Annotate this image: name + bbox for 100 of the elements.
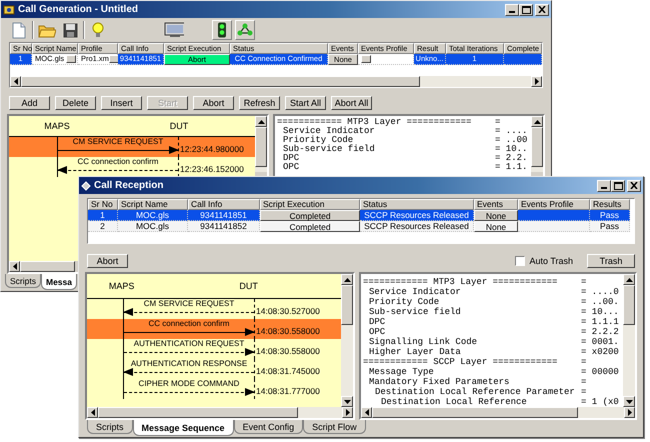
field-value: = <box>495 118 500 127</box>
column-header[interactable]: Events <box>474 199 518 210</box>
tab[interactable]: Messa <box>40 274 77 290</box>
checkbox[interactable] <box>515 256 526 266</box>
table-cell: SCCP Resources Released <box>360 221 474 232</box>
vertical-scrollbar[interactable] <box>341 274 353 407</box>
scroll-left-button[interactable] <box>9 261 20 272</box>
tab[interactable]: Event Config <box>234 420 304 434</box>
message-label: CM SERVICE REQUEST <box>72 137 164 146</box>
column-header[interactable]: Status <box>360 199 474 210</box>
column-header[interactable]: Call Info <box>188 199 260 210</box>
action-button[interactable]: Delete <box>55 96 96 110</box>
field-name: Signalling Link Code <box>368 337 478 347</box>
column-header[interactable]: Events Profile <box>518 199 590 210</box>
vertical-scrollbar[interactable] <box>531 116 543 172</box>
action-button[interactable]: Insert <box>101 96 142 110</box>
field-name: Sub-service field <box>282 145 376 154</box>
scrollbar-thumb[interactable] <box>20 261 75 272</box>
tab[interactable]: Message Sequence <box>132 420 234 436</box>
scroll-up-button[interactable] <box>255 116 267 127</box>
browse-button[interactable] <box>66 55 76 63</box>
field-value: = 2.2. <box>495 154 528 163</box>
horizontal-scrollbar[interactable] <box>361 407 635 418</box>
minimize-button[interactable] <box>597 180 611 192</box>
cell-button[interactable]: Completed <box>260 221 360 232</box>
vertical-scrollbar[interactable] <box>255 116 267 172</box>
cell-button[interactable]: None <box>474 221 518 232</box>
minimize-button[interactable] <box>505 4 519 16</box>
scroll-up-button[interactable] <box>341 274 353 285</box>
script-field[interactable] <box>358 54 414 65</box>
scroll-left-button[interactable] <box>10 76 21 87</box>
column-header[interactable]: Sr No <box>88 199 118 210</box>
column-header[interactable]: Script Name <box>118 199 188 210</box>
close-icon <box>538 6 546 13</box>
action-button[interactable]: Abort All <box>331 96 372 110</box>
trash-button[interactable]: Trash <box>587 254 635 268</box>
field-name: Mandatory Fixed Parameters <box>368 377 510 387</box>
traffic-light-icon[interactable] <box>212 20 232 40</box>
field-name: Priority Code <box>282 136 354 145</box>
scroll-up-button[interactable] <box>531 116 543 127</box>
table-cell: SCCP Resources Released <box>360 210 474 221</box>
horizontal-scrollbar[interactable] <box>9 261 75 272</box>
message-row[interactable]: CIPHER MODE COMMAND 14:08:31.777000 <box>87 379 341 399</box>
cell-button[interactable]: None <box>474 210 518 221</box>
field-name: Priority Code <box>368 297 440 307</box>
vertical-scrollbar[interactable] <box>623 274 635 407</box>
scroll-right-button[interactable] <box>624 407 635 418</box>
abort-button[interactable]: Abort <box>87 254 128 268</box>
scrollbar-thumb[interactable] <box>21 76 420 87</box>
message-row[interactable]: CM SERVICE REQUEST 12:23:44.980000 <box>9 137 255 157</box>
scroll-right-button[interactable] <box>531 76 542 87</box>
browse-button[interactable] <box>108 55 119 63</box>
scroll-left-button[interactable] <box>361 407 372 418</box>
lifeline-label: MAPS <box>43 121 71 131</box>
maximize-button[interactable] <box>519 4 533 16</box>
cell-button[interactable]: Completed <box>260 210 360 221</box>
up-triangle-icon <box>626 278 632 282</box>
scroll-right-button[interactable] <box>342 407 353 418</box>
browse-button[interactable] <box>361 55 371 63</box>
scrollbar-thumb[interactable] <box>341 285 353 325</box>
action-button[interactable]: Abort <box>193 96 234 110</box>
tab[interactable]: Scripts <box>87 420 133 434</box>
close-button[interactable] <box>627 180 641 192</box>
maximize-icon <box>522 6 530 14</box>
scroll-up-button[interactable] <box>623 274 635 285</box>
field-value: = 1.1.1 <box>581 317 619 327</box>
checkbox-label[interactable]: Auto Trash <box>529 256 573 266</box>
scrollbar-thumb[interactable] <box>98 407 298 418</box>
table-cell: 9341141851 <box>188 210 260 221</box>
tab[interactable]: Scripts <box>5 274 41 288</box>
message-row[interactable]: AUTHENTICATION RESPONSE 14:08:31.745000 <box>87 359 341 379</box>
maximize-button[interactable] <box>611 180 625 192</box>
scrollbar-thumb[interactable] <box>531 127 543 167</box>
table-cell: MOC.gls <box>118 210 188 221</box>
column-header[interactable]: Script Execution <box>260 199 360 210</box>
tab[interactable]: Script Flow <box>303 420 366 434</box>
scroll-down-button[interactable] <box>623 396 635 407</box>
horizontal-scrollbar[interactable] <box>87 407 353 418</box>
table-cell: Pass <box>590 210 630 221</box>
scrollbar-thumb[interactable] <box>372 407 578 418</box>
action-button[interactable]: Add <box>9 96 50 110</box>
column-header[interactable]: Results <box>590 199 630 210</box>
table-cell <box>518 221 590 232</box>
down-triangle-icon <box>626 400 632 404</box>
network-icon[interactable] <box>235 20 255 40</box>
field-value: = 10... <box>581 307 619 317</box>
horizontal-scrollbar[interactable] <box>10 76 542 87</box>
scrollbar-thumb[interactable] <box>623 285 635 325</box>
scroll-down-button[interactable] <box>341 396 353 407</box>
message-row[interactable]: CC connection confirm 14:08:30.558000 <box>87 319 341 339</box>
message-label: AUTHENTICATION RESPONSE <box>130 359 248 368</box>
lifeline-label: DUT <box>168 121 190 131</box>
message-row[interactable]: AUTHENTICATION REQUEST 14:08:30.558000 <box>87 339 341 359</box>
table-cell: 2 <box>88 221 118 232</box>
action-button[interactable]: Start All <box>285 96 326 110</box>
close-button[interactable] <box>535 4 549 16</box>
action-button[interactable]: Refresh <box>239 96 280 110</box>
monitor-icon[interactable] <box>164 20 184 40</box>
scrollbar-thumb[interactable] <box>255 127 267 167</box>
scroll-left-button[interactable] <box>87 407 98 418</box>
